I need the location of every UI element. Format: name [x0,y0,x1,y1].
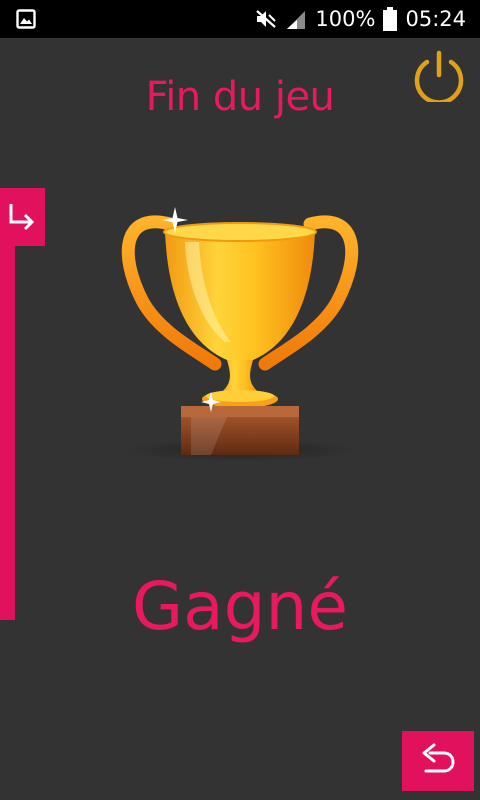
gallery-notification-icon [16,9,36,29]
side-drawer-strip[interactable] [0,188,15,620]
undo-button[interactable] [402,731,474,791]
undo-arrow-icon [422,743,455,773]
status-bar: 100% 05:24 [0,0,480,38]
trophy-icon [121,207,359,462]
battery-icon [383,7,398,31]
side-drawer-toggle-button[interactable] [0,188,45,246]
clock: 05:24 [405,7,466,31]
game-over-screen: 100% 05:24 Fin du jeu Gagné [0,0,480,800]
signal-icon [287,11,306,29]
arrow-down-right-icon [9,204,35,231]
mute-icon [256,10,277,28]
result-label: Gagné [132,568,348,645]
page-title: Fin du jeu [145,74,335,120]
battery-level: 100% [315,7,376,31]
status-icons: 100% 05:24 [255,0,466,38]
